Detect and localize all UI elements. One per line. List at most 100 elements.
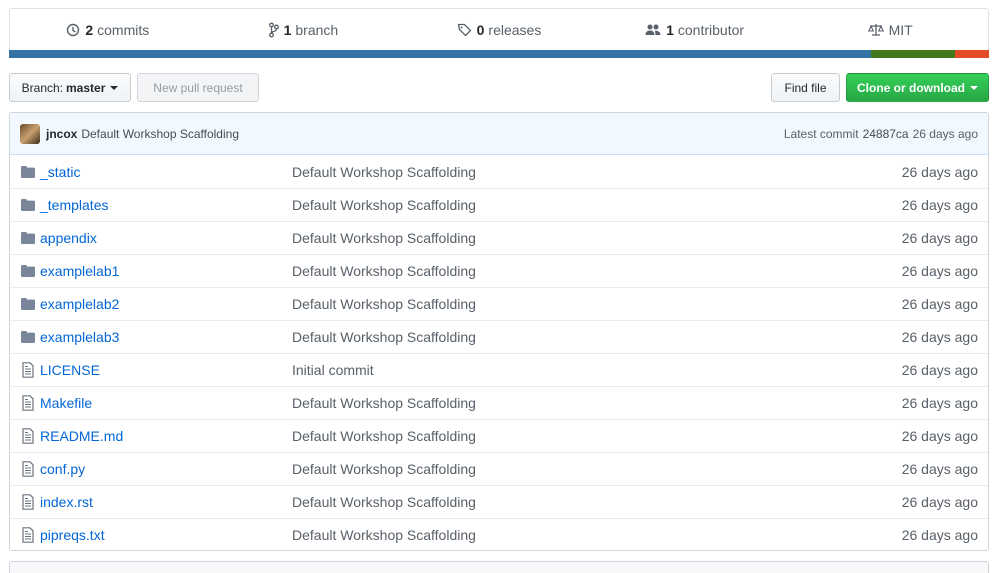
file-list: _static Default Workshop Scaffolding 26 da… [10, 155, 988, 550]
branch-select-button[interactable]: Branch: master [9, 73, 131, 102]
branch-icon [268, 22, 279, 37]
file-icon [20, 395, 36, 411]
file-name-link[interactable]: examplelab3 [40, 329, 292, 345]
file-commit-message[interactable]: Default Workshop Scaffolding [292, 230, 902, 246]
file-age: 26 days ago [901, 395, 978, 411]
file-age: 26 days ago [901, 329, 978, 345]
contributor-count: 1 [666, 21, 674, 38]
commit-message[interactable]: Default Workshop Scaffolding [81, 127, 239, 141]
file-row: index.rst Default Workshop Scaffolding 26 … [10, 485, 988, 518]
file-commit-message[interactable]: Default Workshop Scaffolding [292, 329, 902, 345]
file-row: conf.py Default Workshop Scaffolding 26 da… [10, 452, 988, 485]
people-icon [645, 24, 661, 35]
clone-or-download-button[interactable]: Clone or download [846, 73, 989, 102]
language-segment[interactable] [9, 50, 872, 58]
file-name-link[interactable]: examplelab2 [40, 296, 292, 312]
file-name-link[interactable]: _static [40, 164, 292, 180]
latest-commit-info: Latest commit 24887ca 26 days ago [784, 127, 978, 141]
file-commit-message[interactable]: Default Workshop Scaffolding [292, 164, 902, 180]
file-name-link[interactable]: LICENSE [40, 362, 292, 378]
file-name-link[interactable]: _templates [40, 197, 292, 213]
file-icon [20, 527, 36, 543]
file-age: 26 days ago [901, 296, 978, 312]
commit-author[interactable]: jncox [46, 127, 77, 141]
folder-icon [20, 197, 36, 213]
file-age: 26 days ago [901, 197, 978, 213]
language-segment[interactable] [954, 50, 989, 58]
latest-commit-label: Latest commit [783, 126, 859, 141]
file-row: LICENSE Initial commit 26 days ago [10, 353, 988, 386]
file-age: 26 days ago [901, 362, 978, 378]
file-name-link[interactable]: conf.py [40, 461, 292, 477]
file-row: _templates Default Workshop Scaffolding 26… [10, 188, 988, 221]
file-icon [20, 428, 36, 444]
releases-label: releases [488, 21, 542, 38]
file-row: Makefile Default Workshop Scaffolding 26 d… [10, 386, 988, 419]
file-name-link[interactable]: index.rst [40, 494, 292, 510]
file-name-link[interactable]: README.md [40, 428, 292, 444]
file-age: 26 days ago [901, 163, 978, 180]
file-age: 26 days ago [901, 494, 978, 510]
commit-sha[interactable]: 24887ca [863, 127, 909, 141]
branch-prefix: Branch: [21, 80, 63, 95]
contributor-label: contributor [677, 21, 745, 38]
file-commit-message[interactable]: Default Workshop Scaffolding [292, 494, 902, 510]
file-commit-message[interactable]: Default Workshop Scaffolding [292, 263, 902, 279]
caret-down-icon [110, 86, 119, 90]
file-commit-message[interactable]: Initial commit [292, 362, 902, 378]
license-label: MIT [888, 21, 913, 38]
branches-link[interactable]: 1 branch [206, 9, 402, 50]
branch-count: 1 [283, 21, 292, 38]
file-icon [20, 494, 36, 510]
commits-link[interactable]: 2 commits [10, 9, 206, 50]
releases-count: 0 [476, 21, 485, 38]
branch-label: branch [295, 21, 339, 38]
file-age: 26 days ago [901, 230, 978, 246]
license-link[interactable]: MIT [792, 9, 988, 50]
file-icon [20, 461, 36, 477]
file-age: 26 days ago [901, 461, 978, 477]
file-age: 26 days ago [901, 263, 978, 279]
folder-icon [20, 296, 36, 312]
file-row: appendix Default Workshop Scaffolding 26 d… [10, 221, 988, 254]
file-row: examplelab1 Default Workshop Scaffolding 2… [10, 254, 988, 287]
branch-name: master [66, 80, 106, 95]
commits-label: commits [97, 21, 150, 38]
file-name-link[interactable]: appendix [40, 230, 292, 246]
new-pull-request-button[interactable]: New pull request [137, 73, 259, 102]
file-commit-message[interactable]: Default Workshop Scaffolding [292, 527, 902, 543]
language-bar[interactable] [9, 50, 989, 58]
latest-commit-bar: jncox Default Workshop Scaffolding Lates… [10, 113, 988, 155]
folder-icon [20, 164, 36, 180]
folder-icon [20, 230, 36, 246]
clone-label: Clone or download [857, 80, 965, 95]
commit-age: 26 days ago [912, 126, 978, 141]
file-commit-message[interactable]: Default Workshop Scaffolding [292, 197, 902, 213]
caret-down-icon [970, 86, 978, 90]
file-row: README.md Default Workshop Scaffolding 26 … [10, 419, 988, 452]
folder-icon [20, 329, 36, 345]
file-commit-message[interactable]: Default Workshop Scaffolding [292, 428, 902, 444]
commits-count: 2 [85, 21, 94, 38]
folder-icon [20, 263, 36, 279]
history-icon [67, 23, 80, 36]
file-name-link[interactable]: examplelab1 [40, 263, 292, 279]
file-row: _static Default Workshop Scaffolding 26 da… [10, 155, 988, 188]
find-file-button[interactable]: Find file [771, 73, 840, 102]
file-commit-message[interactable]: Default Workshop Scaffolding [292, 461, 902, 477]
file-name-link[interactable]: pipreqs.txt [40, 527, 292, 543]
file-commit-message[interactable]: Default Workshop Scaffolding [292, 395, 902, 411]
releases-link[interactable]: 0 releases [401, 9, 597, 50]
file-browser: jncox Default Workshop Scaffolding Lates… [9, 112, 989, 551]
file-icon [20, 362, 36, 378]
file-age: 26 days ago [901, 527, 978, 543]
law-icon [867, 23, 884, 36]
file-name-link[interactable]: Makefile [40, 395, 292, 411]
contributors-link[interactable]: 1 contributor [597, 9, 793, 50]
avatar[interactable] [20, 123, 40, 144]
file-row: examplelab2 Default Workshop Scaffolding 2… [10, 287, 988, 320]
file-commit-message[interactable]: Default Workshop Scaffolding [292, 296, 902, 312]
language-segment[interactable] [871, 50, 955, 58]
repo-summary-bar: 2 commits 1 branch 0 releases 1 contribu… [9, 8, 989, 50]
file-age: 26 days ago [901, 428, 978, 444]
